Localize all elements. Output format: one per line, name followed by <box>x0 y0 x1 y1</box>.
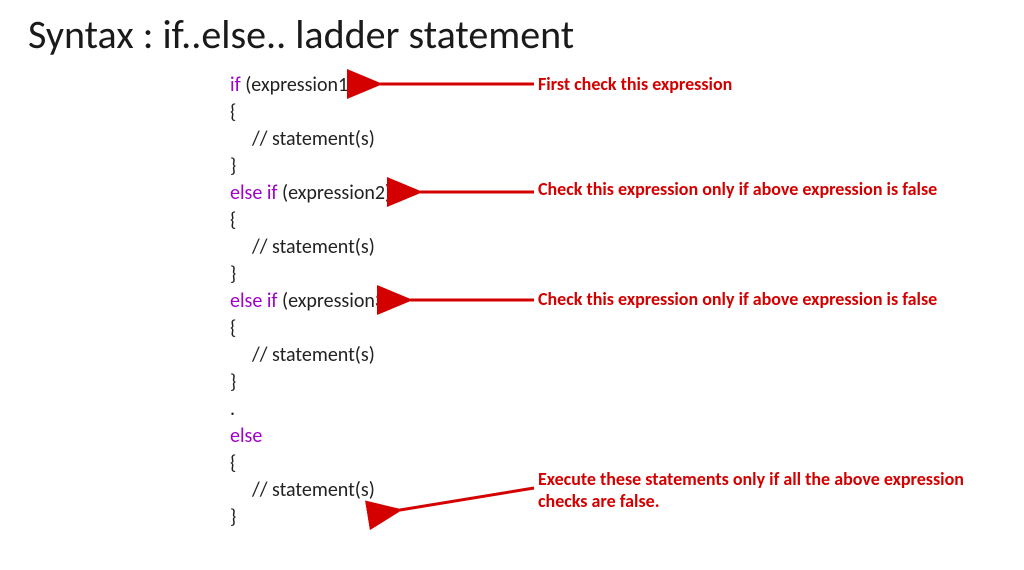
code-line: { <box>230 99 391 126</box>
code-line: } <box>230 369 391 396</box>
code-line: { <box>230 450 391 477</box>
keyword-else: else <box>230 424 262 448</box>
code-line: } <box>230 504 391 531</box>
annotation-1: First check this expression <box>538 73 958 95</box>
statement: // statement(s) <box>252 478 375 502</box>
code-line: // statement(s) <box>230 234 391 261</box>
code-line: // statement(s) <box>230 342 391 369</box>
code-line: . <box>230 396 391 423</box>
statement: // statement(s) <box>252 235 375 259</box>
keyword-elseif: else if <box>230 181 278 205</box>
statement: // statement(s) <box>252 127 375 151</box>
code-line: { <box>230 207 391 234</box>
code-block: if (expression1) { // statement(s) } els… <box>230 72 391 531</box>
code-line: else <box>230 423 391 450</box>
code-line: if (expression1) <box>230 72 391 99</box>
annotation-4: Execute these statements only if all the… <box>538 468 983 512</box>
expression-3: (expression3) <box>278 289 392 313</box>
statement: // statement(s) <box>252 343 375 367</box>
arrow-4 <box>400 488 534 510</box>
code-line: else if (expression3) <box>230 288 391 315</box>
page-title: Syntax : if..else.. ladder statement <box>28 10 574 59</box>
code-line: } <box>230 153 391 180</box>
code-line: else if (expression2) <box>230 180 391 207</box>
annotation-2: Check this expression only if above expr… <box>538 178 968 200</box>
keyword-elseif: else if <box>230 289 278 313</box>
code-line: { <box>230 315 391 342</box>
expression-1: (expression1) <box>241 73 355 97</box>
code-line: // statement(s) <box>230 477 391 504</box>
code-line: // statement(s) <box>230 126 391 153</box>
code-line: } <box>230 261 391 288</box>
expression-2: (expression2) <box>278 181 392 205</box>
annotation-3: Check this expression only if above expr… <box>538 288 978 310</box>
keyword-if: if <box>230 73 241 97</box>
